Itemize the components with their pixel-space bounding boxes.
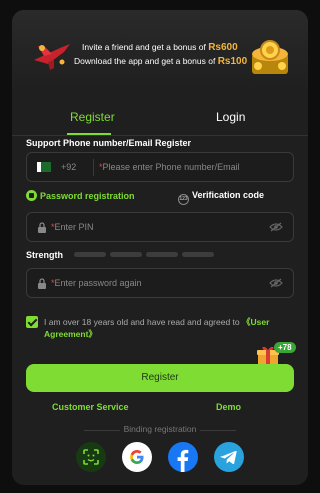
treasure-icon (252, 40, 288, 74)
confirm-password-input[interactable]: *Enter password again (51, 278, 142, 288)
confirm-password-field[interactable]: *Enter password again (26, 268, 294, 298)
strength-bar (110, 252, 142, 257)
customer-service-link[interactable]: Customer Service (52, 402, 129, 412)
promo-amount-invite: Rs600 (208, 42, 238, 53)
promo-line-download: Download the app and get a bonus of Rs10… (74, 56, 248, 67)
phone-field[interactable]: +92 *Please enter Phone number/Email (26, 152, 294, 182)
promo-line-invite: Invite a friend and get a bonus of Rs600 (82, 42, 238, 53)
field-divider (93, 159, 94, 176)
country-code[interactable]: +92 (61, 162, 76, 172)
plane-icon (34, 44, 70, 70)
agreement-checkbox[interactable] (26, 316, 38, 328)
strength-bar (146, 252, 178, 257)
mode-password-option[interactable]: Password registration (26, 190, 135, 201)
code-icon: 123 (178, 194, 189, 205)
pin-field[interactable]: *Enter PIN (26, 212, 294, 242)
agreement-text: I am over 18 years old and have read and… (44, 317, 270, 339)
pakistan-flag-icon (37, 162, 51, 172)
active-tab-indicator (67, 133, 111, 135)
pin-input[interactable]: *Enter PIN (51, 222, 94, 232)
google-login-button[interactable] (122, 442, 152, 472)
strength-label: Strength (26, 250, 63, 260)
lock-icon (38, 278, 46, 289)
eye-off-icon[interactable] (269, 278, 283, 288)
lock-icon (38, 222, 46, 233)
face-icon (83, 449, 99, 465)
register-panel: Invite a friend and get a bonus of Rs600… (12, 10, 308, 485)
telegram-login-button[interactable] (214, 442, 244, 472)
lock-icon (26, 190, 37, 201)
face-login-button[interactable] (76, 442, 106, 472)
mode-verification-option[interactable]: 123 Verification code (178, 190, 264, 205)
promo-amount-download: Rs100 (217, 56, 248, 67)
facebook-icon (177, 449, 189, 472)
binding-section: Binding registration (12, 424, 308, 436)
binding-label: Binding registration (123, 424, 197, 434)
tab-register[interactable]: Register (70, 110, 115, 124)
google-icon (130, 450, 144, 464)
eye-off-icon[interactable] (269, 222, 283, 232)
registration-mode: Password registration 123 Verification co… (26, 190, 296, 205)
telegram-icon (220, 450, 237, 465)
gift-badge: +78 (274, 342, 296, 353)
promo-banner[interactable]: Invite a friend and get a bonus of Rs600… (12, 10, 308, 90)
binding-divider (200, 430, 236, 431)
strength-bar (74, 252, 106, 257)
phone-input[interactable]: *Please enter Phone number/Email (99, 162, 240, 172)
register-button[interactable]: Register (26, 364, 294, 392)
demo-link[interactable]: Demo (216, 402, 241, 412)
support-label: Support Phone number/Email Register (26, 138, 192, 148)
strength-bar (182, 252, 214, 257)
facebook-login-button[interactable] (168, 442, 198, 472)
tab-login[interactable]: Login (216, 110, 245, 124)
auth-tabs: Register Login (12, 102, 308, 136)
